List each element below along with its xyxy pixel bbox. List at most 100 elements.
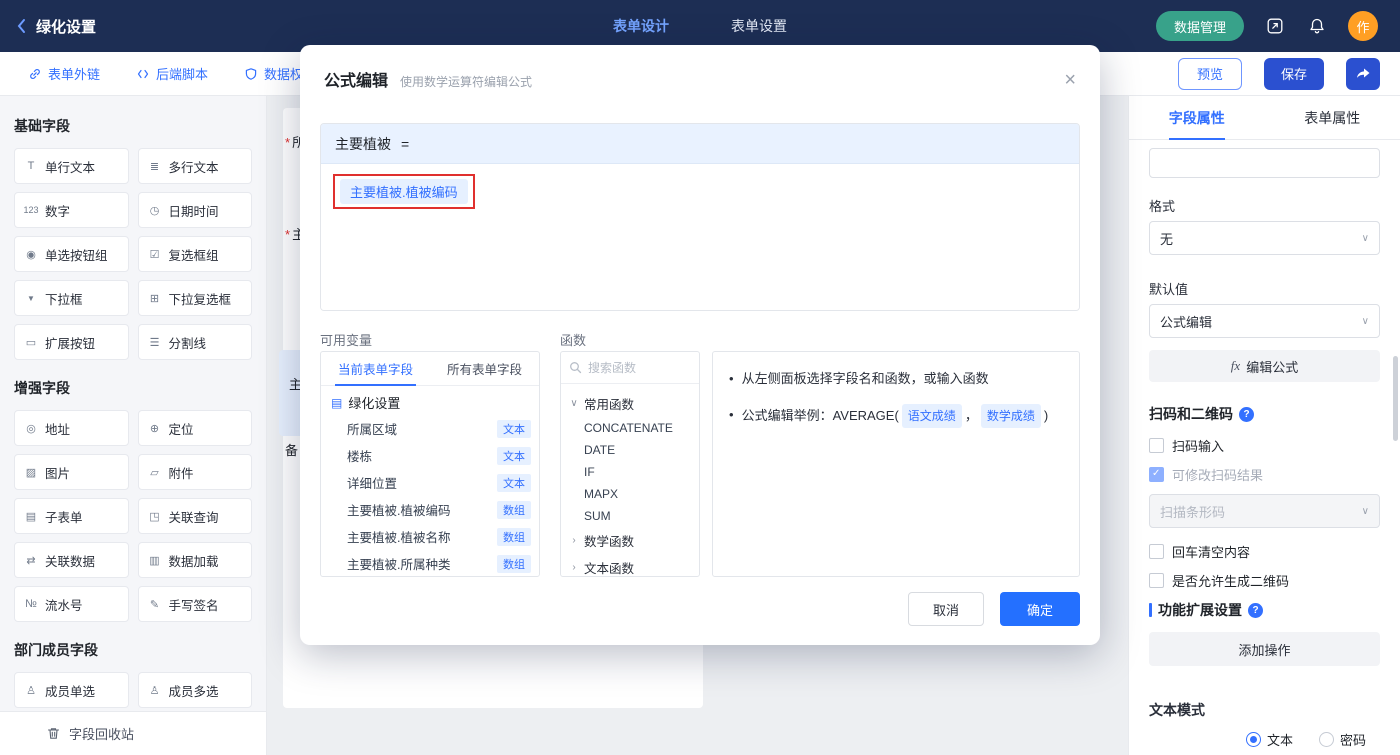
field-member-multi[interactable]: ♙ 成员多选 [137,672,252,708]
tab-field-properties[interactable]: 字段属性 [1129,96,1265,139]
field-attachment[interactable]: ▱ 附件 [137,454,252,490]
formula-input-area[interactable]: 主要植被.植被编码 [321,164,1079,310]
field-signature[interactable]: ✎ 手写签名 [137,586,252,622]
tree-root-form[interactable]: ▤ 绿化设置 [321,386,539,415]
app-switch-icon[interactable] [1264,15,1286,37]
radio-password-mode[interactable]: 密码 [1318,730,1366,749]
field-serial-number[interactable]: № 流水号 [14,586,129,622]
field-image[interactable]: ▨ 图片 [14,454,129,490]
function-group-text[interactable]: › 文本函数 [561,554,699,576]
function-sum[interactable]: SUM [561,505,699,527]
radio-text-mode[interactable]: 文本 [1245,730,1293,749]
field-multi-line-text[interactable]: ≣ 多行文本 [137,148,252,184]
radio-dot [1318,732,1334,747]
field-multi-select-dropdown[interactable]: ⊞ 下拉复选框 [137,280,252,316]
tab-all-form-fields[interactable]: 所有表单字段 [430,352,539,385]
save-button[interactable]: 保存 [1264,57,1324,90]
function-date[interactable]: DATE [561,439,699,461]
tab-form-design[interactable]: 表单设计 [613,16,669,36]
function-search-input[interactable]: 搜索函数 [561,352,699,384]
datetime-icon: ◷ [149,204,160,217]
variable-name: 楼栋 [347,450,373,464]
field-radio-group[interactable]: ◉ 单选按钮组 [14,236,129,272]
format-value: 无 [1160,231,1174,247]
example-field-chip: 语文成绩 [901,404,962,428]
text-mode-radios: 文本 密码 [1149,730,1380,749]
properties-body: 格式 无 ∨ 默认值 公式编辑 ∨ fx 编辑公式 扫码和二维码 ? 扫码输入 … [1129,140,1400,749]
variable-item-area[interactable]: 所属区域 文本 [321,415,539,442]
link-icon [30,68,40,79]
chevron-down-icon: ∨ [1361,505,1369,517]
field-linked-data[interactable]: ⇄ 关联数据 [14,542,129,578]
field-recycle-bin[interactable]: 字段回收站 [0,711,266,755]
field-select[interactable]: ▼ 下拉框 [14,280,129,316]
variable-item-veg-code[interactable]: 主要植被.植被编码 数组 [321,496,539,523]
share-button[interactable] [1346,57,1380,90]
edit-formula-label: 编辑公式 [1246,359,1299,375]
data-manage-button[interactable]: 数据管理 [1155,11,1244,41]
tab-current-form-fields[interactable]: 当前表单字段 [321,352,430,386]
close-icon[interactable]: × [1064,70,1076,90]
function-if[interactable]: IF [561,461,699,483]
variable-item-detail-location[interactable]: 详细位置 文本 [321,469,539,496]
fx-icon: fx [1230,358,1241,373]
bullet-icon: • [729,371,734,386]
field-data-load[interactable]: ▥ 数据加载 [137,542,252,578]
function-mapx[interactable]: MAPX [561,483,699,505]
checkbox-scan-editable[interactable]: 可修改扫码结果 [1149,465,1380,484]
functions-label: 函数 [560,333,587,348]
checkbox-enter-clear[interactable]: 回车清空内容 [1149,542,1380,561]
help-icon[interactable]: ? [1239,406,1254,422]
help-icon[interactable]: ? [1248,602,1263,618]
field-checkbox-group[interactable]: ☑ 复选框组 [137,236,252,272]
variable-name: 所属区域 [347,423,398,437]
multi-select-icon: ⊞ [149,292,160,305]
variable-item-veg-category[interactable]: 主要植被.所属种类 数组 [321,550,539,576]
form-external-link[interactable]: 表单外链 [28,64,100,83]
tab-form-settings[interactable]: 表单设置 [731,16,787,36]
field-datetime[interactable]: ◷ 日期时间 [137,192,252,228]
extension-section-header: 功能扩展设置 ? [1149,600,1380,620]
function-concatenate[interactable]: CONCATENATE [561,417,699,439]
cancel-button[interactable]: 取消 [908,592,984,626]
format-label: 格式 [1149,199,1176,214]
checkbox-scan-input[interactable]: 扫码输入 [1149,436,1380,455]
functions-panel: 搜索函数 ∨ 常用函数 CONCATENATE DATE IF MAPX SUM… [560,351,700,577]
bell-icon[interactable] [1306,15,1328,37]
field-location[interactable]: ⊕ 定位 [137,410,252,446]
confirm-button[interactable]: 确定 [1000,592,1080,626]
field-divider[interactable]: ☰ 分割线 [137,324,252,360]
variable-item-veg-name[interactable]: 主要植被.植被名称 数组 [321,523,539,550]
back-button[interactable] [16,18,26,34]
field-number[interactable]: 123 数字 [14,192,129,228]
avatar[interactable]: 作 [1348,11,1378,41]
add-action-button[interactable]: 添加操作 [1149,632,1380,666]
type-tag: 文本 [497,473,531,492]
field-single-line-text[interactable]: T 单行文本 [14,148,129,184]
tab-form-properties[interactable]: 表单属性 [1265,96,1400,139]
checkbox-allow-qr[interactable]: 是否允许生成二维码 [1149,571,1380,590]
divider-icon: ☰ [149,336,160,349]
formula-variable-chip[interactable]: 主要植被.植被编码 [340,179,468,204]
variable-name: 详细位置 [347,477,398,491]
edit-formula-button[interactable]: fx 编辑公式 [1149,350,1380,382]
field-linked-query[interactable]: ◳ 关联查询 [137,498,252,534]
backend-script-link[interactable]: 后端脚本 [136,64,208,83]
function-group-math[interactable]: › 数学函数 [561,527,699,554]
backend-script-link-label: 后端脚本 [156,67,209,82]
format-select[interactable]: 无 ∨ [1149,221,1380,255]
preview-button[interactable]: 预览 [1178,57,1242,90]
function-group-common[interactable]: ∨ 常用函数 [561,390,699,417]
scan-type-select: 扫描条形码 ∨ [1149,494,1380,528]
field-member-single[interactable]: ♙ 成员单选 [14,672,129,708]
field-extend-button[interactable]: ▭ 扩展按钮 [14,324,129,360]
default-value-select[interactable]: 公式编辑 ∨ [1149,304,1380,338]
type-tag: 文本 [497,419,531,438]
variable-item-building[interactable]: 楼栋 文本 [321,442,539,469]
panel-scrollbar[interactable] [1393,356,1398,441]
function-group-label: 数学函数 [584,535,635,549]
member-multi-icon: ♙ [149,684,160,697]
field-address[interactable]: ◎ 地址 [14,410,129,446]
field-title-input[interactable] [1149,148,1380,178]
field-subform[interactable]: ▤ 子表单 [14,498,129,534]
